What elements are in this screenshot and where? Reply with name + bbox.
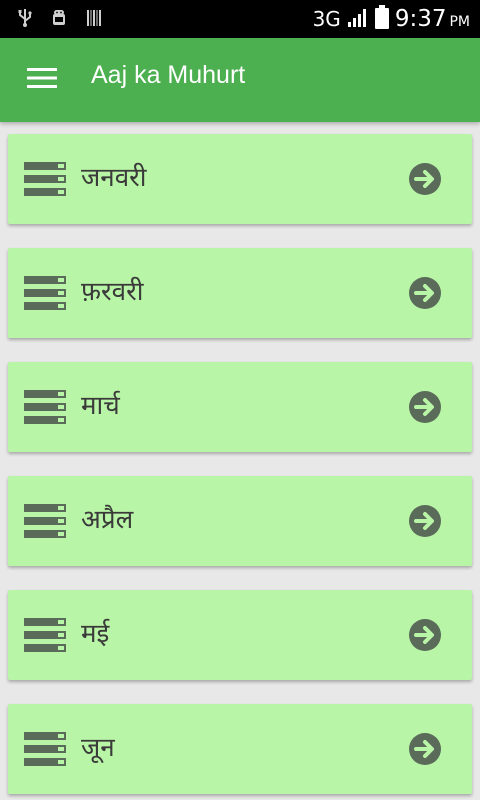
list-icon xyxy=(24,276,66,310)
usb-icon xyxy=(18,8,32,32)
battery-icon xyxy=(374,5,389,33)
network-type: 3G xyxy=(312,7,341,31)
status-bar: 3G 9:37 PM xyxy=(0,0,480,38)
signal-icon xyxy=(347,6,369,32)
list-icon xyxy=(24,732,66,766)
list-icon xyxy=(24,618,66,652)
month-card-march[interactable]: मार्च xyxy=(8,362,472,452)
list-icon xyxy=(24,390,66,424)
arrow-right-circle-icon[interactable] xyxy=(408,618,442,652)
clock-ampm: PM xyxy=(449,14,470,30)
month-label: जनवरी xyxy=(81,163,147,193)
list-icon xyxy=(24,504,66,538)
app-title: Aaj ka Muhurt xyxy=(91,61,246,89)
clock: 9:37 PM xyxy=(395,6,470,32)
barcode-icon xyxy=(86,8,102,32)
hamburger-menu-icon xyxy=(27,67,57,93)
arrow-right-circle-icon[interactable] xyxy=(408,390,442,424)
month-label: जून xyxy=(81,733,115,763)
status-right-area: 3G 9:37 PM xyxy=(313,3,470,35)
app-bar: Aaj ka Muhurt xyxy=(0,38,480,122)
arrow-right-circle-icon[interactable] xyxy=(408,504,442,538)
month-label: फ़रवरी xyxy=(81,277,144,307)
clock-time: 9:37 xyxy=(394,6,447,32)
month-label: अप्रैल xyxy=(81,505,134,535)
month-label: मई xyxy=(81,619,110,649)
month-card-january[interactable]: जनवरी xyxy=(8,134,472,224)
list-icon xyxy=(24,162,66,196)
arrow-right-circle-icon[interactable] xyxy=(408,732,442,766)
arrow-right-circle-icon[interactable] xyxy=(408,276,442,310)
month-card-april[interactable]: अप्रैल xyxy=(8,476,472,566)
month-card-may[interactable]: मई xyxy=(8,590,472,680)
arrow-right-circle-icon[interactable] xyxy=(408,162,442,196)
status-left-icons xyxy=(18,8,102,32)
android-debug-icon xyxy=(50,8,68,32)
month-card-february[interactable]: फ़रवरी xyxy=(8,248,472,338)
menu-button[interactable] xyxy=(20,60,64,100)
month-label: मार्च xyxy=(81,391,120,421)
month-card-june[interactable]: जून xyxy=(8,704,472,794)
